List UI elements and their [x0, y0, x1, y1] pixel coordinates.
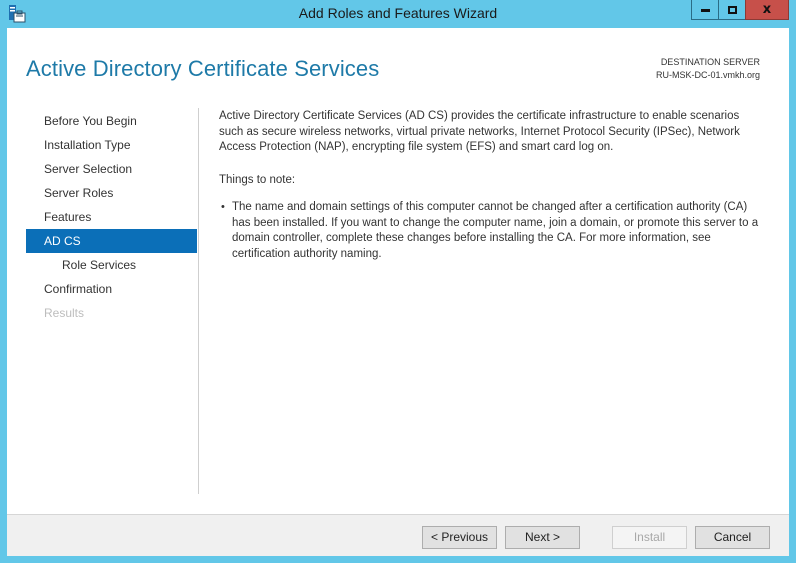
close-button[interactable]: x: [745, 0, 789, 20]
destination-server-name: RU-MSK-DC-01.vmkh.org: [655, 70, 760, 80]
wizard-client-area: Active Directory Certificate Services DE…: [7, 28, 789, 556]
wizard-nav: Before You Begin Installation Type Serve…: [26, 109, 197, 325]
nav-item-confirmation[interactable]: Confirmation: [26, 277, 197, 301]
maximize-button[interactable]: [718, 0, 746, 20]
destination-server-info: DESTINATION SERVER RU-MSK-DC-01.vmkh.org: [656, 56, 760, 82]
maximize-icon: [727, 5, 737, 14]
intro-text: Active Directory Certificate Services (A…: [219, 110, 740, 153]
content-pane: Active Directory Certificate Services (A…: [219, 109, 764, 262]
destination-label: DESTINATION SERVER: [660, 57, 760, 67]
install-button: Install: [612, 526, 687, 549]
nav-item-installation-type[interactable]: Installation Type: [26, 133, 197, 157]
window-title: Add Roles and Features Wizard: [298, 5, 498, 21]
wizard-footer: < Previous Next > Install Cancel: [7, 514, 789, 556]
minimize-icon: [700, 9, 710, 12]
nav-item-features[interactable]: Features: [26, 205, 197, 229]
nav-item-role-services[interactable]: Role Services: [26, 253, 197, 277]
nav-item-server-selection[interactable]: Server Selection: [26, 157, 197, 181]
minimize-button[interactable]: [691, 0, 719, 20]
title-bar[interactable]: Add Roles and Features Wizard x: [0, 0, 796, 28]
previous-button[interactable]: < Previous: [422, 526, 497, 549]
nav-item-ad-cs[interactable]: AD CS: [26, 229, 197, 253]
close-icon: x: [762, 2, 772, 17]
note-text: The name and domain settings of this com…: [232, 201, 759, 260]
bullet-icon: •: [221, 201, 225, 213]
nav-divider: [198, 108, 199, 494]
cancel-button[interactable]: Cancel: [695, 526, 770, 549]
next-button[interactable]: Next >: [505, 526, 580, 549]
nav-item-server-roles[interactable]: Server Roles: [26, 181, 197, 205]
note-item: • The name and domain settings of this c…: [219, 200, 764, 262]
notes-list: • The name and domain settings of this c…: [219, 200, 764, 262]
notes-heading: Things to note:: [219, 173, 296, 186]
page-title: Active Directory Certificate Services: [26, 56, 380, 81]
nav-item-before-you-begin[interactable]: Before You Begin: [26, 109, 197, 133]
nav-item-results: Results: [44, 306, 85, 320]
